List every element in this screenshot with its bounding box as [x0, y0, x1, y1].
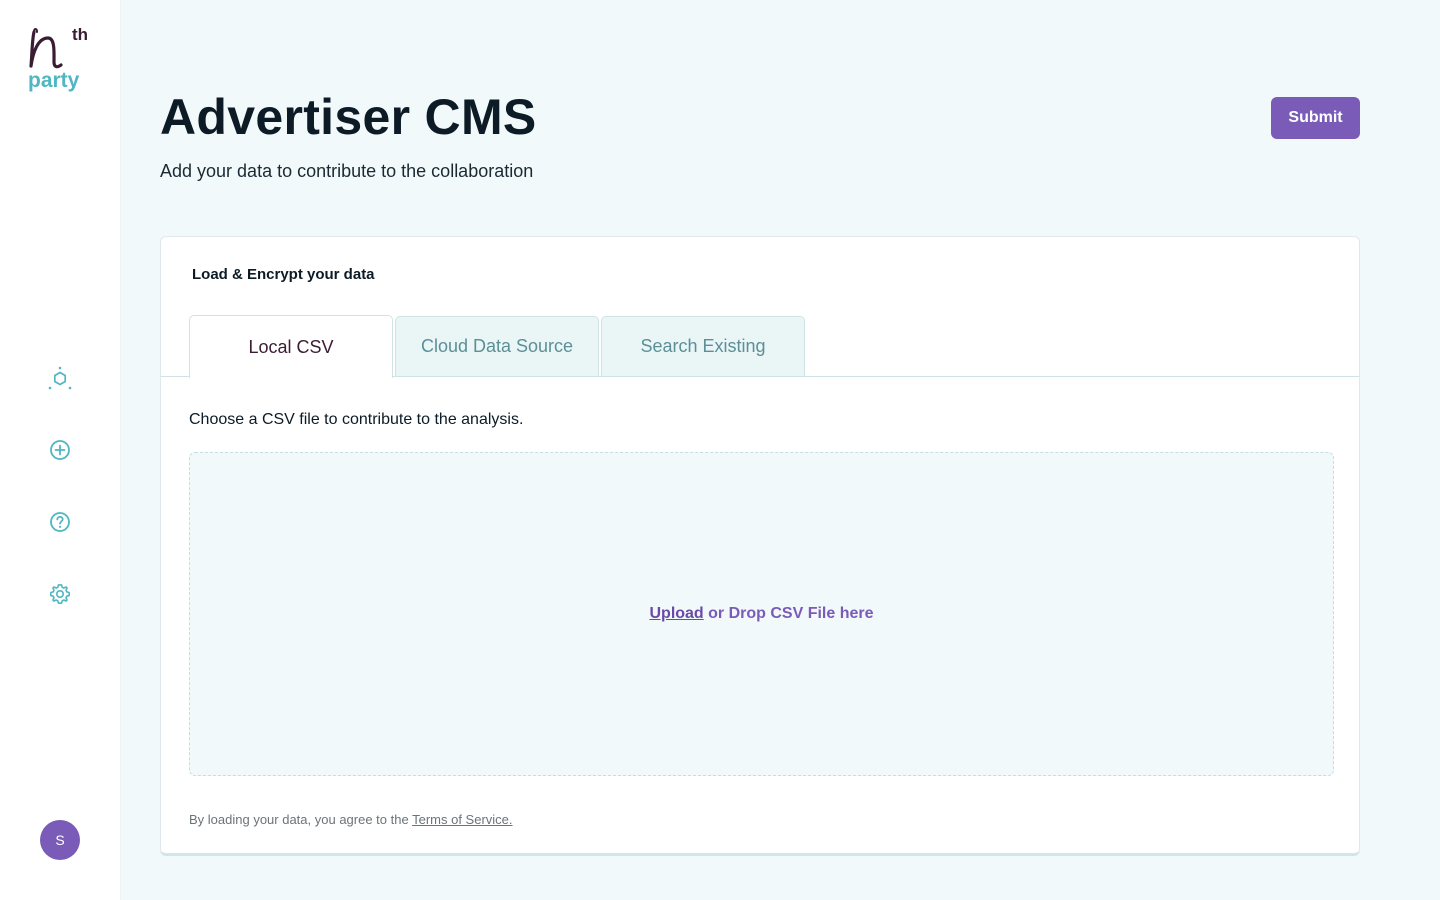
help-circle-icon[interactable]	[46, 508, 74, 536]
hexagon-nodes-icon[interactable]	[46, 364, 74, 392]
logo-icon: th party	[28, 25, 88, 92]
page-title: Advertiser CMS	[160, 89, 537, 145]
dropzone-text: or Drop CSV File here	[703, 605, 874, 622]
terms-footnote: By loading your data, you agree to the T…	[189, 812, 513, 827]
tab-cloud-data-source[interactable]: Cloud Data Source	[395, 316, 599, 376]
terms-of-service-link[interactable]: Terms of Service.	[412, 812, 512, 827]
upload-link[interactable]: Upload	[649, 605, 703, 623]
csv-dropzone[interactable]: Upload or Drop CSV File here	[189, 452, 1334, 776]
instruction-text: Choose a CSV file to contribute to the a…	[189, 411, 524, 428]
gear-icon[interactable]	[46, 580, 74, 608]
logo-word: party	[28, 69, 80, 92]
tab-local-csv[interactable]: Local CSV	[189, 315, 393, 378]
footnote-text: By loading your data, you agree to the	[189, 812, 413, 827]
sidebar: th party S	[0, 0, 121, 900]
submit-button[interactable]: Submit	[1271, 97, 1360, 139]
load-data-card: Load & Encrypt your data Local CSV Cloud…	[160, 236, 1360, 856]
logo-sup: th	[72, 25, 88, 44]
nth-party-logo[interactable]: th party	[28, 22, 98, 94]
plus-circle-icon[interactable]	[46, 436, 74, 464]
tab-search-existing[interactable]: Search Existing	[601, 316, 805, 376]
card-title: Load & Encrypt your data	[192, 266, 375, 283]
main-content: Advertiser CMS Add your data to contribu…	[121, 0, 1440, 900]
page-subtitle: Add your data to contribute to the colla…	[160, 161, 534, 181]
avatar[interactable]: S	[40, 820, 80, 860]
